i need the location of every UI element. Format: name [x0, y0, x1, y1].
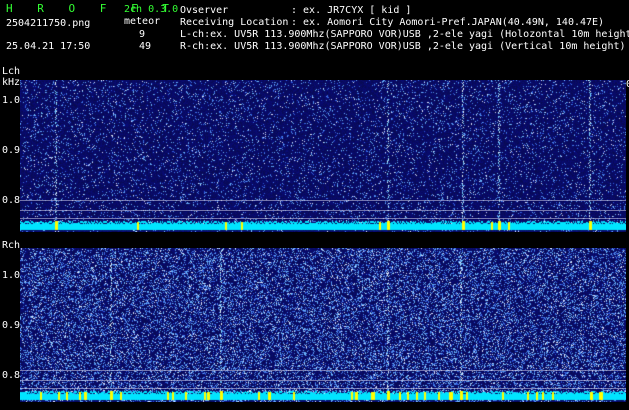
mode-label: 2ch 0.3.0 — [124, 4, 179, 15]
datetime: 25.04.21 17:50 — [6, 41, 91, 52]
filename: 2504211750.png — [6, 18, 91, 29]
rch-spectrogram — [20, 248, 626, 402]
location-value: : ex. Aomori City Aomori-Pref.JAPAN(40.4… — [291, 17, 605, 28]
lch-ytick-3: 0.8 — [2, 195, 21, 206]
observer-label: Ovserver — [180, 5, 229, 16]
meteor-label: meteor — [124, 16, 161, 27]
lch-freq-line-2 — [20, 210, 626, 211]
meteor-count-l: 9 — [139, 29, 146, 40]
rch-ytick-3: 0.8 — [2, 370, 21, 381]
rch-ytick-1: 1.0 — [2, 270, 21, 281]
lch-ytick-2: 0.9 — [2, 145, 21, 156]
rch-freq-line-3 — [20, 388, 626, 389]
meteor-count-r: 49 — [139, 41, 152, 52]
lch-label: Lch — [2, 66, 21, 77]
khz-unit-label: kHz — [2, 77, 21, 88]
lch-ytick-1: 1.0 — [2, 95, 21, 106]
rch-freq-line-1 — [20, 370, 626, 371]
lch-spectrogram — [20, 80, 626, 232]
location-label: Receiving Location — [180, 17, 289, 28]
lch-freq-line-3 — [20, 218, 626, 219]
lch-receiver-line: L-ch:ex. UV5R 113.900Mhz(SAPPORO VOR)USB… — [180, 29, 629, 40]
observer-value: : ex. JR7CYX [ kid ] — [291, 5, 412, 16]
rch-ytick-2: 0.9 — [2, 320, 21, 331]
rch-receiver-line: R-ch:ex. UV5R 113.900Mhz(SAPPORO VOR)USB… — [180, 41, 626, 52]
rch-label: Rch — [2, 240, 21, 251]
rch-freq-line-2 — [20, 380, 626, 381]
lch-freq-line-1 — [20, 200, 626, 201]
